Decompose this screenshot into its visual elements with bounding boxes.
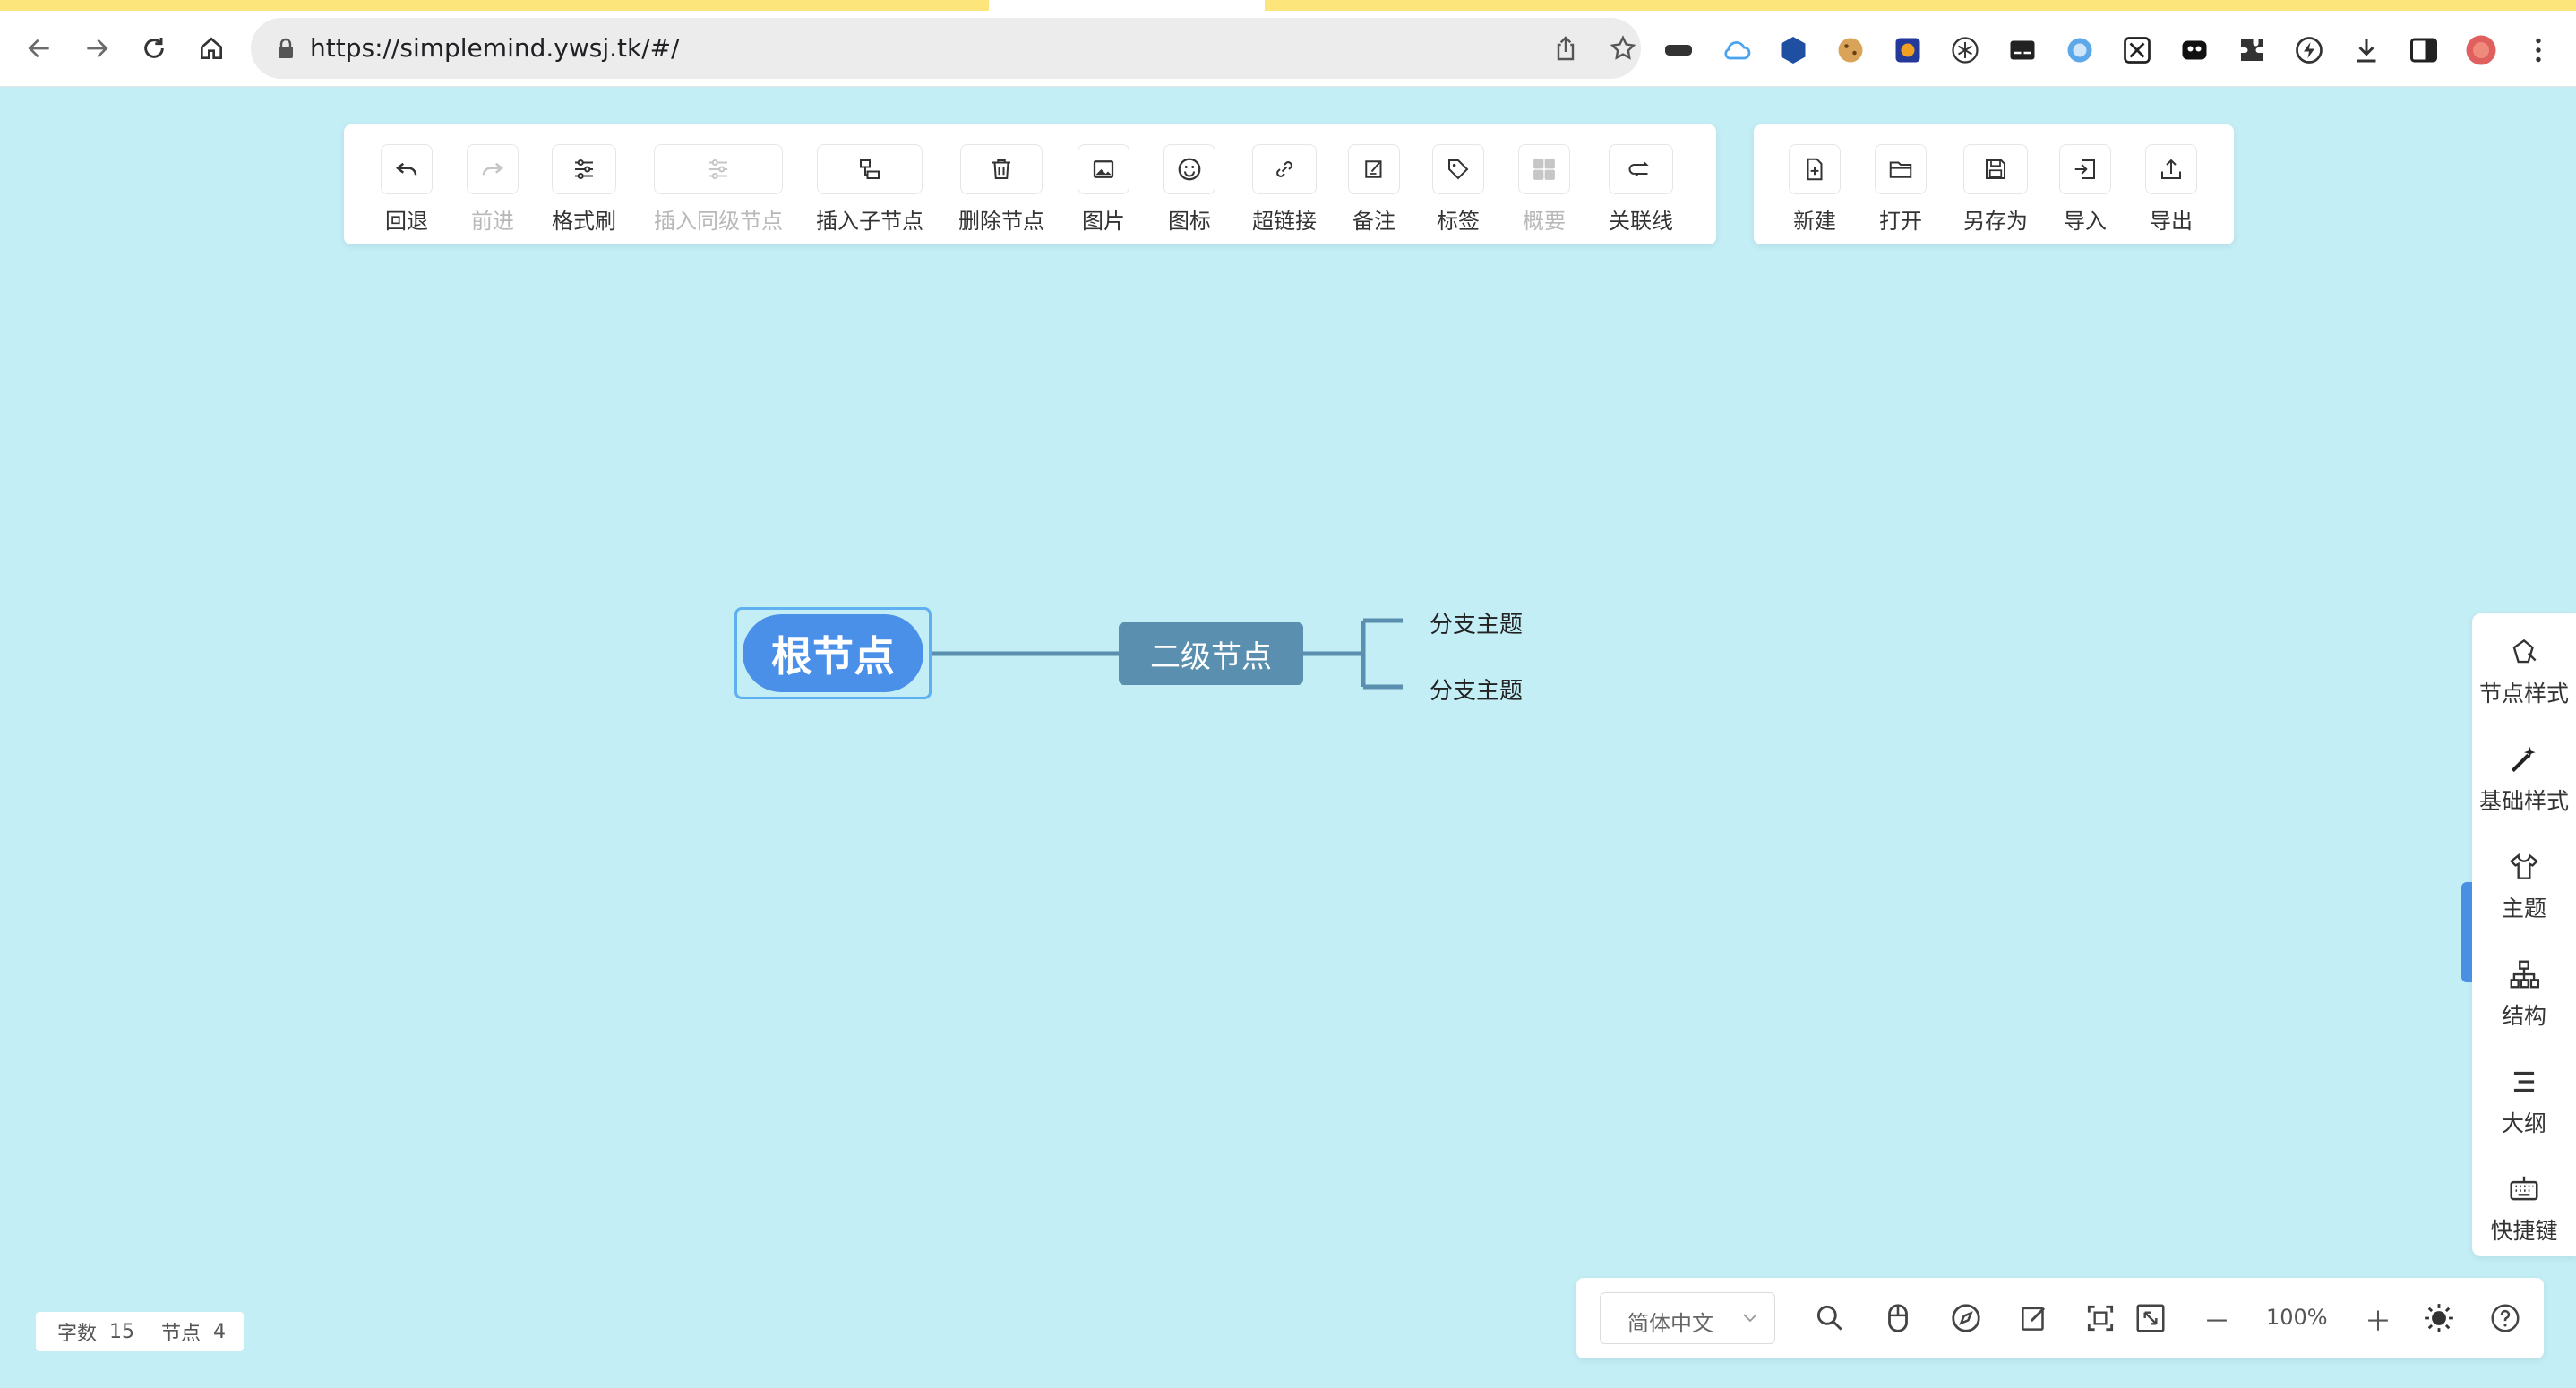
tab-strip [0,0,2576,11]
bolt-icon [2296,37,2323,64]
magic-wand-icon [2511,746,2536,773]
sidebar-item-outline[interactable]: 大纲 [2472,1052,2576,1151]
extension-cloud[interactable] [1718,32,1754,68]
zoom-level: 100% [2266,1305,2328,1330]
extension-glasses[interactable] [1661,32,1696,68]
home-button[interactable] [186,23,236,73]
extension-hex[interactable] [1775,32,1811,68]
node-count-value: 4 [213,1320,227,1343]
node-style-icon [2512,638,2537,664]
avatar-icon [2466,35,2496,65]
download-icon [2357,39,2376,63]
extension-globe[interactable] [2062,32,2098,68]
sidebar-item-base-style[interactable]: 基础样式 [2472,730,2576,828]
tools-icon [2124,37,2151,64]
tab-inactive-left[interactable] [0,0,989,11]
arrow-left-icon [28,39,49,58]
kebab-menu-icon [2536,38,2541,63]
reload-icon [144,38,164,58]
subtitle-icon [2010,40,2035,60]
right-sidebar: 节点样式 基础样式 主题 结构 大纲 快捷键 [2461,613,2576,1258]
second-to-branch-line [1303,618,1403,690]
sidebar-active-indicator [2461,882,2472,982]
puzzle-icon [2241,39,2263,61]
keyboard-icon [2510,1176,2538,1201]
sun-theme-icon[interactable] [2422,1301,2456,1335]
branch-topic-node[interactable]: 分支主题 [1430,673,1523,706]
branch-topic-node[interactable]: 分支主题 [1430,606,1523,639]
extension-colorful[interactable] [1890,32,1926,68]
shirt-icon [2509,853,2539,879]
sidebar-item-theme[interactable]: 主题 [2472,837,2576,936]
extension-bolt[interactable] [2291,32,2327,68]
edit-icon[interactable] [2017,1301,2051,1335]
address-bar[interactable]: https://simplemind.ywsj.tk/#/ [251,18,1641,79]
downloads-button[interactable] [2348,32,2384,68]
help-icon[interactable] [2488,1301,2522,1335]
bottom-toolbar: 简体中文 － 100% ＋ [1576,1278,2544,1358]
profile-avatar[interactable] [2463,32,2499,68]
outline-icon [2513,1071,2535,1092]
extension-subtitle[interactable] [2005,32,2040,68]
cloud-icon [1724,41,1751,60]
extension-palm[interactable] [1947,32,1983,68]
side-panel-icon [2410,38,2437,63]
chevron-down-icon [1743,1314,1757,1323]
tab-inactive-right[interactable] [1265,0,2576,11]
lock-icon [279,38,293,58]
structure-icon [2510,960,2540,989]
language-value: 简体中文 [1627,1311,1713,1336]
mouse-icon[interactable] [1881,1301,1915,1335]
word-count-label: 字数 [57,1323,98,1345]
word-count-value: 15 [109,1320,135,1343]
mindmap-connectors [932,618,1403,690]
share-icon[interactable] [1551,34,1580,63]
forward-button[interactable] [72,23,122,73]
extensions-menu-button[interactable] [2234,32,2270,68]
colorful-icon [1895,38,1920,63]
sidebar-item-node-style[interactable]: 节点样式 [2472,622,2576,721]
zoom-in-button[interactable]: ＋ [2365,1299,2391,1339]
mindmap-canvas[interactable]: 回退 前进 格式刷 插入同级节点 插入子节点 删除节点 图片 图标 超链接 备注… [0,87,2576,1388]
side-panel-button[interactable] [2406,32,2442,68]
fullscreen-icon[interactable] [2134,1301,2168,1335]
sidebar-item-structure[interactable]: 结构 [2472,945,2576,1043]
sidebar-item-shortcut[interactable]: 快捷键 [2472,1160,2576,1258]
glasses-icon [1665,45,1692,56]
mask-icon [2182,40,2207,60]
hexagon-icon [1781,37,1806,64]
search-icon[interactable] [1813,1301,1847,1335]
node-count-label: 节点 [161,1323,202,1345]
reload-button[interactable] [129,23,179,73]
root-node[interactable]: 根节点 [734,607,932,699]
browser-toolbar: https://simplemind.ywsj.tk/#/ [0,11,2576,87]
browser-menu-button[interactable] [2520,32,2556,68]
language-select[interactable]: 简体中文 [1600,1292,1775,1344]
root-node-label: 根节点 [743,614,923,692]
count-status: 字数 15 节点 4 [36,1312,244,1351]
bookmark-star-icon[interactable] [1609,34,1637,63]
home-icon [201,37,222,59]
compass-icon[interactable] [1949,1301,1983,1335]
extension-cookie[interactable] [1833,32,1868,68]
fit-canvas-icon[interactable] [2083,1301,2117,1335]
cookie-icon [1838,38,1863,63]
url-text: https://simplemind.ywsj.tk/#/ [310,33,680,63]
second-level-node[interactable]: 二级节点 [1119,622,1303,685]
extension-tools[interactable] [2119,32,2155,68]
back-button[interactable] [14,23,64,73]
globe-icon [2067,38,2092,63]
arrow-right-icon [87,39,108,58]
palm-icon [1952,37,1979,64]
zoom-out-button[interactable]: － [2203,1299,2230,1339]
extension-masks[interactable] [2177,32,2212,68]
